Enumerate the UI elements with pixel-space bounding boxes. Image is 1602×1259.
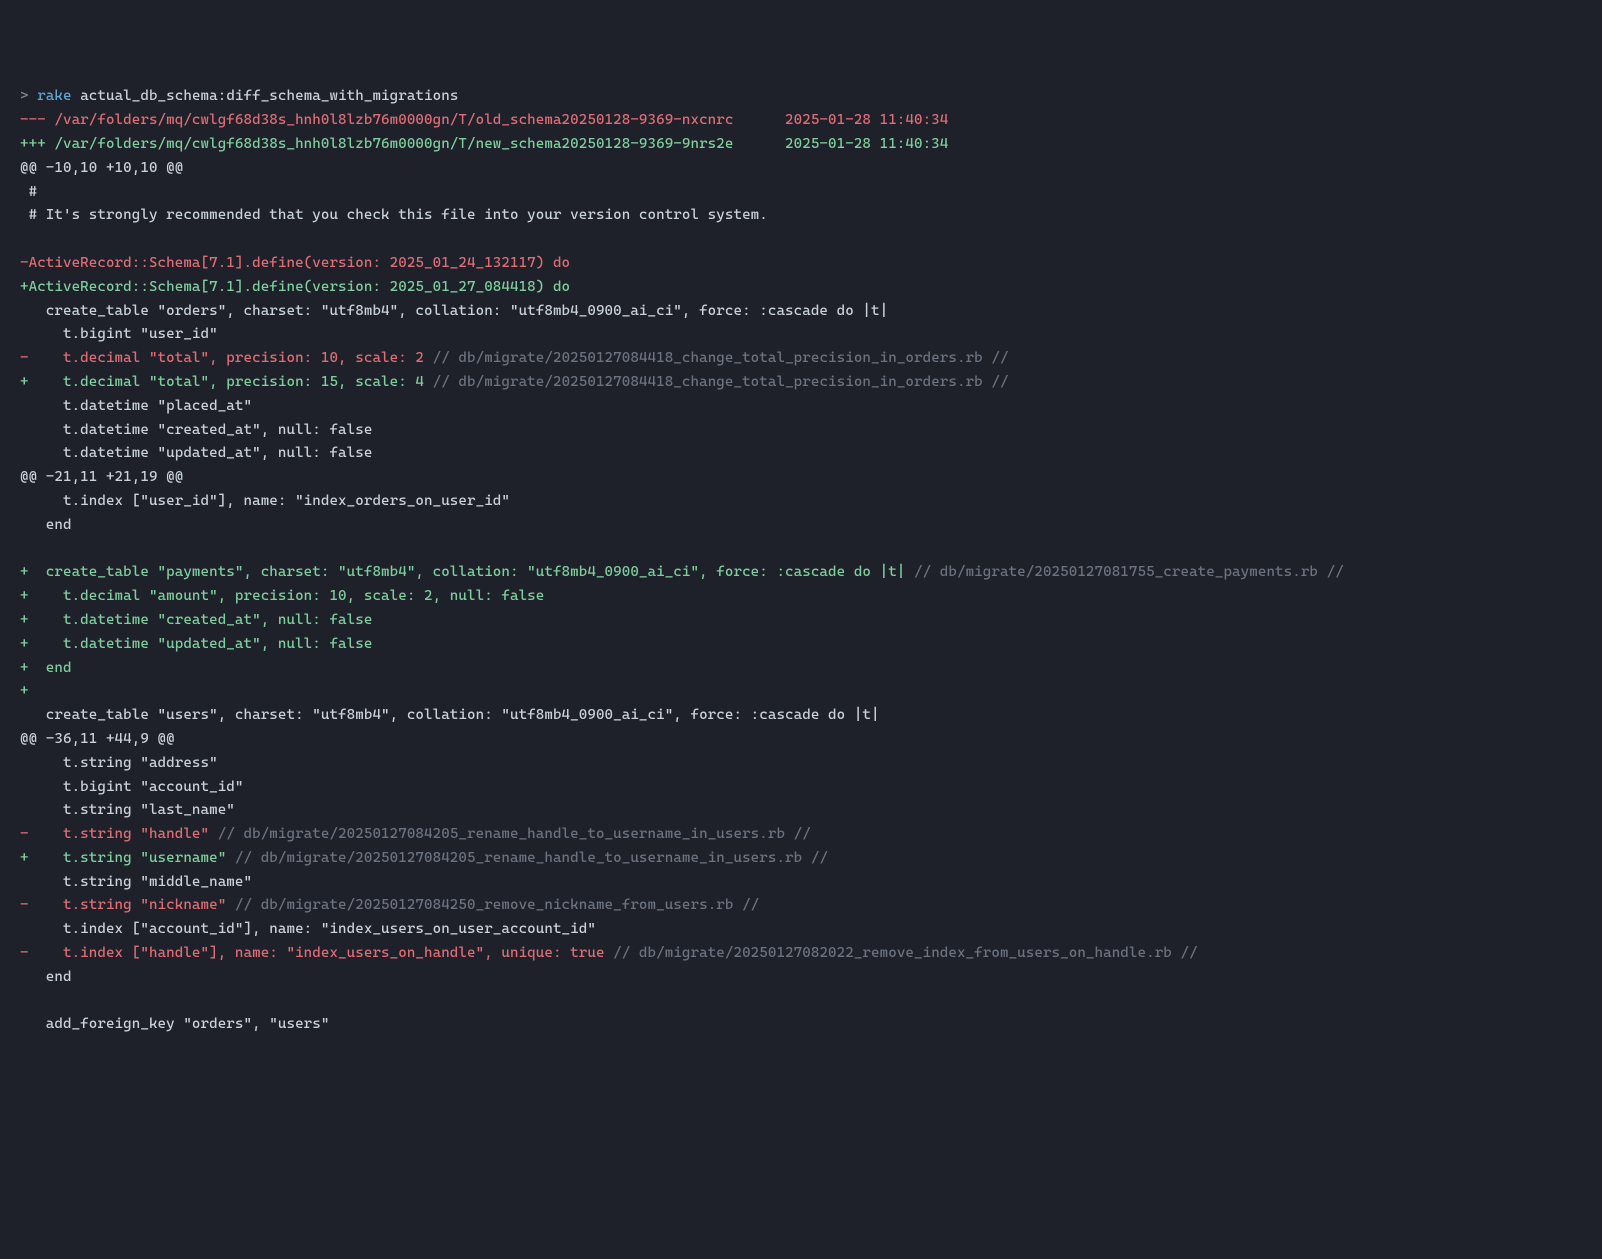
diff-del-line: - t.decimal "total", precision: 10, scal… bbox=[20, 350, 424, 366]
diff-add-line: + t.decimal "total", precision: 15, scal… bbox=[20, 374, 424, 390]
diff-ctx-line: # It's strongly recommended that you che… bbox=[20, 207, 768, 223]
diff-del-line: - t.string "handle" bbox=[20, 826, 209, 842]
diff-del-line: -ActiveRecord::Schema[7.1].define(versio… bbox=[20, 255, 570, 271]
diff-add-line: + bbox=[20, 683, 29, 699]
diff-ctx-line: # bbox=[20, 184, 37, 200]
diff-annotation: // db/migrate/20250127082022_remove_inde… bbox=[605, 945, 1198, 961]
diff-ctx-line: t.string "address" bbox=[20, 755, 218, 771]
diff-add-line: + end bbox=[20, 660, 72, 676]
diff-ctx-line: add_foreign_key "orders", "users" bbox=[20, 1016, 329, 1032]
diff-ctx-line: create_table "orders", charset: "utf8mb4… bbox=[20, 303, 888, 319]
diff-ctx-line: t.datetime "created_at", null: false bbox=[20, 422, 372, 438]
cmd-args: actual_db_schema:diff_schema_with_migrat… bbox=[72, 88, 459, 104]
diff-ctx-line: t.index ["account_id"], name: "index_use… bbox=[20, 921, 596, 937]
diff-ctx-line: t.string "middle_name" bbox=[20, 874, 252, 890]
diff-ctx-line: t.datetime "placed_at" bbox=[20, 398, 252, 414]
diff-add-line: + t.string "username" bbox=[20, 850, 226, 866]
diff-ctx-line: t.bigint "user_id" bbox=[20, 326, 218, 342]
diff-add-line: + t.datetime "updated_at", null: false bbox=[20, 636, 372, 652]
diff-del-line: - t.string "nickname" bbox=[20, 897, 226, 913]
diff-ctx-line: @@ -21,11 +21,19 @@ bbox=[20, 469, 183, 485]
diff-ctx-line: end bbox=[20, 517, 72, 533]
diff-annotation: // db/migrate/20250127081755_create_paym… bbox=[905, 564, 1343, 580]
diff-add-line: + t.datetime "created_at", null: false bbox=[20, 612, 372, 628]
diff-del-line: - t.index ["handle"], name: "index_users… bbox=[20, 945, 605, 961]
rake-cmd: rake bbox=[37, 88, 71, 104]
diff-ctx-line: end bbox=[20, 969, 72, 985]
diff-ctx-line: @@ -10,10 +10,10 @@ bbox=[20, 160, 183, 176]
diff-annotation: // db/migrate/20250127084418_change_tota… bbox=[424, 350, 1009, 366]
diff-del-line: --- /var/folders/mq/cwlgf68d38s_hnh0l8lz… bbox=[20, 112, 948, 128]
diff-ctx-line: t.bigint "account_id" bbox=[20, 779, 244, 795]
diff-ctx-line: t.datetime "updated_at", null: false bbox=[20, 445, 372, 461]
diff-add-line: +ActiveRecord::Schema[7.1].define(versio… bbox=[20, 279, 570, 295]
diff-add-line: +++ /var/folders/mq/cwlgf68d38s_hnh0l8lz… bbox=[20, 136, 948, 152]
diff-ctx-line: create_table "users", charset: "utf8mb4"… bbox=[20, 707, 880, 723]
diff-add-line: + create_table "payments", charset: "utf… bbox=[20, 564, 905, 580]
diff-annotation: // db/migrate/20250127084205_rename_hand… bbox=[209, 826, 811, 842]
diff-annotation: // db/migrate/20250127084418_change_tota… bbox=[424, 374, 1009, 390]
prompt-symbol: > bbox=[20, 88, 37, 104]
diff-add-line: + t.decimal "amount", precision: 10, sca… bbox=[20, 588, 544, 604]
terminal-output[interactable]: > rake actual_db_schema:diff_schema_with… bbox=[20, 85, 1582, 1037]
prompt-line: > rake actual_db_schema:diff_schema_with… bbox=[20, 88, 458, 104]
diff-ctx-line: t.index ["user_id"], name: "index_orders… bbox=[20, 493, 510, 509]
diff-ctx-line: @@ -36,11 +44,9 @@ bbox=[20, 731, 175, 747]
diff-annotation: // db/migrate/20250127084250_remove_nick… bbox=[226, 897, 759, 913]
diff-annotation: // db/migrate/20250127084205_rename_hand… bbox=[226, 850, 828, 866]
diff-ctx-line: t.string "last_name" bbox=[20, 802, 235, 818]
diff-output: --- /var/folders/mq/cwlgf68d38s_hnh0l8lz… bbox=[20, 109, 1582, 1037]
